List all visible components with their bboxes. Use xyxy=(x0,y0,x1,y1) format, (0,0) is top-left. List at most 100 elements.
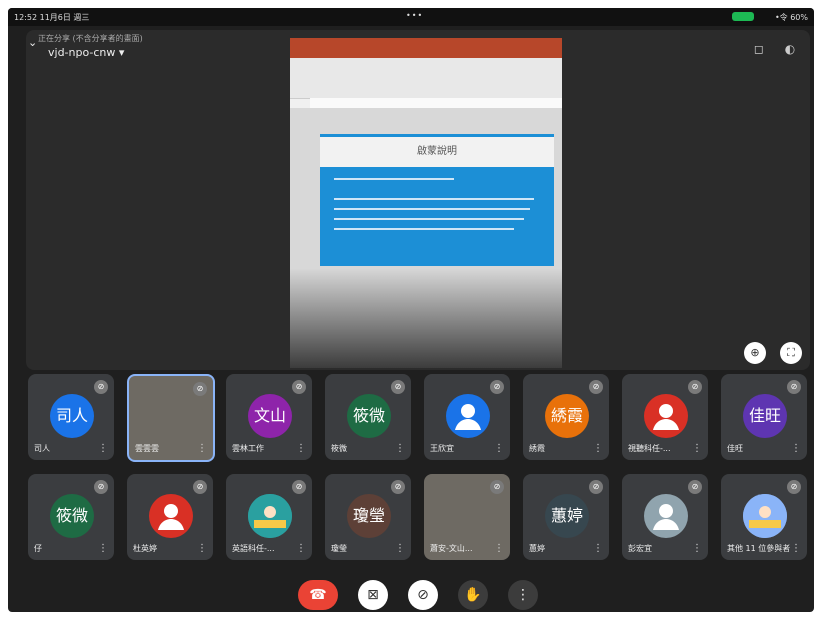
mic-muted-icon: ⊘ xyxy=(589,480,603,494)
slide-text-line xyxy=(334,228,514,230)
avatar: 蕙婷 xyxy=(545,494,589,538)
mic-off-icon[interactable]: ⊘ xyxy=(408,580,438,610)
more-options-icon[interactable]: ⋮ xyxy=(494,444,504,454)
call-controls: ☎ ⊠ ⊘ ✋ ⋮ xyxy=(8,576,814,612)
status-right: •令 60% xyxy=(774,13,808,22)
avatar: 筱微 xyxy=(50,494,94,538)
more-options-icon[interactable]: ⋮ xyxy=(197,444,207,454)
participant-name: 彭宏宜 xyxy=(628,544,652,553)
participant-name: 佳旺 xyxy=(727,444,743,453)
participant-name: 雲雲雲 xyxy=(135,444,159,453)
more-icon[interactable]: ⋮ xyxy=(508,580,538,610)
person-icon xyxy=(446,394,490,438)
meeting-header[interactable]: 正在分享 (不含分享者的畫面) ⌄ vjd-npo-cnw ▾ xyxy=(28,34,143,59)
status-bar: 12:52 11月6日 週三 ••• •令 60% xyxy=(8,8,814,26)
participant-name: 蕭安-文山... xyxy=(430,544,473,553)
more-options-icon[interactable]: ⋮ xyxy=(692,544,702,554)
participant-tile[interactable]: 瓊瑩 ⊘ 瓊瑩 ⋮ xyxy=(325,474,411,560)
more-options-icon[interactable]: ⋮ xyxy=(296,544,306,554)
pin-icon[interactable]: ⊕ xyxy=(744,342,766,364)
mic-muted-icon: ⊘ xyxy=(787,380,801,394)
more-options-icon[interactable]: ⋮ xyxy=(692,444,702,454)
mic-muted-icon: ⊘ xyxy=(94,480,108,494)
participant-tile[interactable]: ⊘ 英語科任-... ⋮ xyxy=(226,474,312,560)
ppt-title-bar xyxy=(290,38,562,58)
participant-tile[interactable]: ⊘ 蕭安-文山... ⋮ xyxy=(424,474,510,560)
avatar xyxy=(743,494,787,538)
slide-text-line xyxy=(334,178,454,180)
more-options-icon[interactable]: ⋮ xyxy=(296,444,306,454)
participant-tile[interactable]: 綉霞 ⊘ 綉霞 ⋮ xyxy=(523,374,609,460)
more-options-icon[interactable]: ⋮ xyxy=(197,544,207,554)
person-icon xyxy=(149,494,193,538)
participant-name: 視聽科任-... xyxy=(628,444,671,453)
speaker-icon[interactable]: ◐ xyxy=(782,42,798,58)
mic-muted-icon: ⊘ xyxy=(391,480,405,494)
participant-tile[interactable]: ⊘ 視聽科任-... ⋮ xyxy=(622,374,708,460)
share-fade xyxy=(290,268,562,368)
avatar: 瓊瑩 xyxy=(347,494,391,538)
mic-muted-icon: ⊘ xyxy=(193,382,207,396)
raise-hand-icon[interactable]: ✋ xyxy=(458,580,488,610)
person-icon xyxy=(644,394,688,438)
participant-name: 筱微 xyxy=(331,444,347,453)
participant-tile[interactable]: ⊘ 杜英婷 ⋮ xyxy=(127,474,213,560)
participant-tile[interactable]: ⊘ 其他 11 位參與者 ⋮ xyxy=(721,474,807,560)
more-options-icon[interactable]: ⋮ xyxy=(395,544,405,554)
ppt-ribbon xyxy=(290,58,562,99)
more-options-icon[interactable]: ⋮ xyxy=(593,444,603,454)
more-options-icon[interactable]: ⋮ xyxy=(791,444,801,454)
presenting-note: 正在分享 (不含分享者的畫面) xyxy=(38,34,143,43)
participant-tile[interactable]: 筱微 ⊘ 仔 ⋮ xyxy=(28,474,114,560)
participant-name: 仔 xyxy=(34,544,42,553)
multitask-dots[interactable]: ••• xyxy=(406,11,423,20)
more-options-icon[interactable]: ⋮ xyxy=(98,544,108,554)
meeting-code[interactable]: vjd-npo-cnw ▾ xyxy=(48,46,124,59)
participant-tile[interactable]: 筱微 ⊘ 筱微 ⋮ xyxy=(325,374,411,460)
status-time: 12:52 11月6日 週三 xyxy=(14,13,90,22)
avatar: 筱微 xyxy=(347,394,391,438)
participant-name: 英語科任-... xyxy=(232,544,275,553)
participant-tile[interactable]: 佳旺 ⊘ 佳旺 ⋮ xyxy=(721,374,807,460)
more-options-icon[interactable]: ⋮ xyxy=(98,444,108,454)
avatar: 佳旺 xyxy=(743,394,787,438)
mic-muted-icon: ⊘ xyxy=(688,380,702,394)
slide-text-line xyxy=(334,208,530,210)
participant-name: 雲林工作 xyxy=(232,444,264,453)
avatar: 司人 xyxy=(50,394,94,438)
mic-muted-icon: ⊘ xyxy=(292,380,306,394)
avatar: 文山 xyxy=(248,394,292,438)
avatar xyxy=(248,494,292,538)
more-options-icon[interactable]: ⋮ xyxy=(791,544,801,554)
battery-indicator xyxy=(732,12,754,21)
top-icons: ◻ ◐ xyxy=(741,38,798,58)
participant-name: 王欣宜 xyxy=(430,444,454,453)
participant-tile[interactable]: ⊘ 雲雲雲 ⋮ xyxy=(127,374,215,462)
mic-muted-icon: ⊘ xyxy=(787,480,801,494)
participant-tile[interactable]: ⊘ 王欣宜 ⋮ xyxy=(424,374,510,460)
more-options-icon[interactable]: ⋮ xyxy=(593,544,603,554)
participant-name: 杜英婷 xyxy=(133,544,157,553)
avatar: 綉霞 xyxy=(545,394,589,438)
camera-off-icon[interactable]: ⊠ xyxy=(358,580,388,610)
person-icon xyxy=(644,494,688,538)
chevron-down-icon[interactable]: ⌄ xyxy=(28,36,37,49)
participant-name: 司人 xyxy=(34,444,50,453)
participant-tile[interactable]: 蕙婷 ⊘ 蕙婷 ⋮ xyxy=(523,474,609,560)
slide-text-line xyxy=(334,218,524,220)
mic-muted-icon: ⊘ xyxy=(688,480,702,494)
end-call-icon[interactable]: ☎ xyxy=(298,580,338,610)
meet-screen: 12:52 11月6日 週三 ••• •令 60% 正在分享 (不含分享者的畫面… xyxy=(8,8,814,612)
mic-muted-icon: ⊘ xyxy=(490,480,504,494)
camera-switch-icon[interactable]: ◻ xyxy=(751,42,767,58)
participant-tile[interactable]: ⊘ 彭宏宜 ⋮ xyxy=(622,474,708,560)
participant-tile[interactable]: 司人 ⊘ 司人 ⋮ xyxy=(28,374,114,460)
more-options-icon[interactable]: ⋮ xyxy=(395,444,405,454)
slide: 啟蒙說明 xyxy=(320,134,554,266)
mic-muted-icon: ⊘ xyxy=(193,480,207,494)
participant-tile[interactable]: 文山 ⊘ 雲林工作 ⋮ xyxy=(226,374,312,460)
mic-muted-icon: ⊘ xyxy=(94,380,108,394)
more-options-icon[interactable]: ⋮ xyxy=(494,544,504,554)
slide-title: 啟蒙說明 xyxy=(320,134,554,167)
fullscreen-icon[interactable]: ⛶ xyxy=(780,342,802,364)
